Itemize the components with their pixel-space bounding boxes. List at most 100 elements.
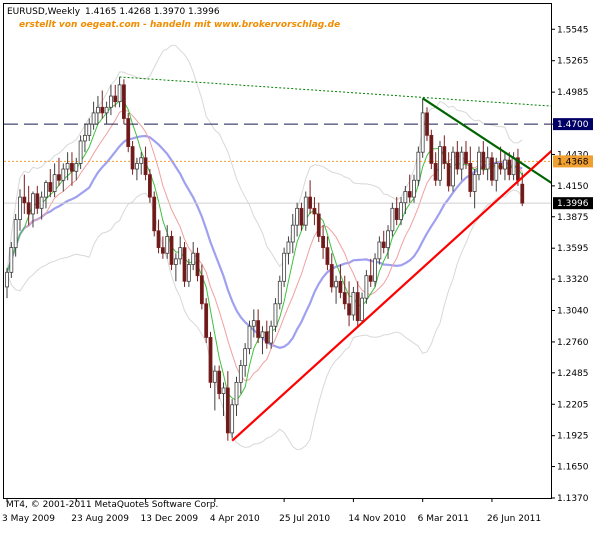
candle-body (92, 113, 95, 124)
x-tick-label: 13 Dec 2009 (141, 514, 199, 524)
candle-body (348, 304, 351, 315)
candle-body (18, 197, 21, 219)
candle-body (469, 163, 472, 191)
y-tick-label: 1.1650 (557, 463, 589, 473)
candle-body (222, 388, 225, 394)
candle-body (482, 152, 485, 169)
candle-body (49, 183, 52, 192)
candle-body (153, 197, 156, 231)
candle-body (101, 107, 104, 113)
y-tick-label: 1.3875 (557, 213, 589, 223)
candle-body (131, 147, 134, 169)
candle-body (235, 382, 238, 404)
candle-body (464, 152, 467, 163)
x-tick-label: 14 Nov 2010 (348, 514, 406, 524)
candle-body (44, 183, 47, 198)
candle-body (352, 293, 355, 315)
candle-body (192, 253, 195, 264)
candle-body (421, 113, 424, 152)
candle-body (499, 163, 502, 169)
candle-body (96, 107, 99, 113)
candle-body (109, 96, 112, 107)
candle-body (339, 281, 342, 292)
candle-body (118, 85, 121, 102)
axis-margin (552, 0, 595, 529)
x-tick-label: 4 Apr 2010 (210, 514, 260, 524)
y-tick-label: 1.2485 (557, 369, 589, 379)
candle-body (387, 231, 390, 248)
candle-body (374, 259, 377, 281)
level-label-text: 1.3996 (557, 199, 589, 209)
candle-body (79, 141, 82, 163)
y-tick-label: 1.2760 (557, 338, 589, 348)
candle-body (521, 184, 524, 203)
y-tick-label: 1.1925 (557, 432, 589, 442)
x-tick-label: 26 Jun 2011 (487, 514, 541, 524)
candle-body (503, 160, 506, 169)
candle-body (326, 248, 329, 265)
candle-body (369, 276, 372, 282)
candle-body (270, 326, 273, 343)
candle-body (70, 163, 73, 171)
candle-body (382, 242, 385, 248)
candle-body (88, 124, 91, 135)
candle-body (322, 236, 325, 247)
y-tick-label: 1.4150 (557, 182, 589, 192)
candle-body (170, 236, 173, 264)
candle-body (391, 208, 394, 230)
candle-body (40, 197, 43, 208)
symbol-timeframe: EURUSD,Weekly (7, 7, 81, 17)
level-label-text: 1.4368 (557, 157, 589, 167)
candle-body (114, 96, 117, 102)
candle-body (135, 163, 138, 169)
ohlc-readout: 1.4165 1.4268 1.3970 1.3996 (85, 7, 220, 17)
candle-body (486, 158, 489, 169)
candle-body (413, 180, 416, 197)
candle-body (209, 337, 212, 382)
candle-body (83, 135, 86, 141)
candle-body (6, 272, 9, 287)
candle-body (473, 175, 476, 192)
candle-body (75, 163, 78, 171)
candle-body (404, 191, 407, 202)
candle-body (426, 113, 429, 135)
y-tick-label: 1.2205 (557, 400, 589, 410)
candle-body (27, 203, 30, 214)
candle-body (291, 225, 294, 242)
y-tick-label: 1.3320 (557, 275, 589, 285)
candle-body (248, 326, 251, 348)
candle-body (57, 175, 60, 181)
candle-body (187, 264, 190, 281)
candle-body (200, 276, 203, 304)
candle-body (31, 194, 34, 214)
candle-body (304, 197, 307, 225)
candle-body (257, 321, 260, 338)
candle-body (300, 208, 303, 225)
candle-body (10, 248, 13, 273)
candle-body (226, 388, 229, 433)
x-tick-label: 23 Aug 2009 (71, 514, 129, 524)
candle-body (244, 349, 247, 366)
candle-body (495, 163, 498, 180)
candle-body (179, 248, 182, 259)
level-label-text: 1.4700 (557, 120, 589, 130)
candle-body (148, 175, 151, 197)
candle-body (378, 242, 381, 259)
candle-body (460, 152, 463, 169)
y-tick-label: 1.1370 (557, 494, 589, 504)
y-tick-label: 1.4985 (557, 88, 589, 98)
candle-body (174, 259, 177, 265)
candle-body (144, 158, 147, 175)
candle-body (361, 298, 364, 320)
candle-body (157, 231, 160, 248)
candle-body (53, 175, 56, 192)
candle-body (343, 293, 346, 304)
x-tick-label: 6 Mar 2011 (418, 514, 469, 524)
candle-body (265, 332, 268, 343)
candle-body (335, 281, 338, 287)
candle-body (261, 332, 264, 338)
candle-body (447, 163, 450, 185)
candle-body (395, 208, 398, 219)
candle-body (161, 248, 164, 254)
candle-body (430, 135, 433, 163)
